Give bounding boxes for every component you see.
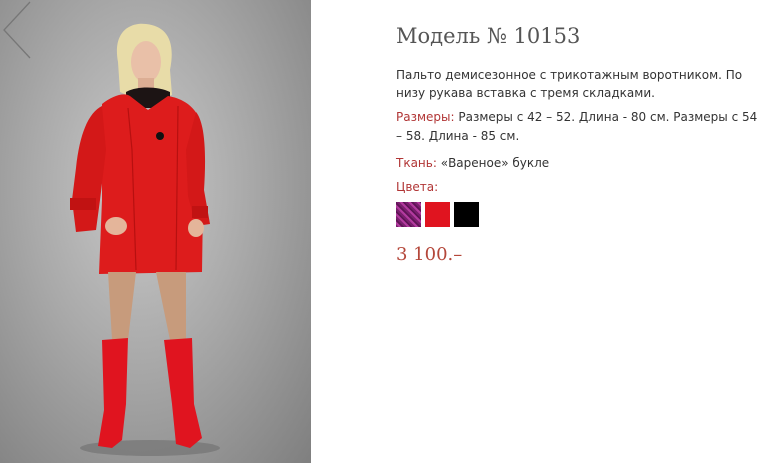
red-swatch[interactable] — [425, 202, 450, 227]
product-title: Модель № 10153 — [396, 24, 581, 48]
fabric-label: Ткань: — [396, 156, 437, 170]
purple-swatch[interactable] — [396, 202, 421, 227]
sizes-row: Размеры: Размеры с 42 – 52. Длина - 80 с… — [396, 108, 758, 146]
model-image — [70, 23, 220, 456]
sizes-label: Размеры: — [396, 110, 455, 124]
fabric-value: «Вареное» букле — [440, 156, 550, 170]
color-swatches — [396, 202, 479, 227]
colors-label: Цвета: — [396, 180, 439, 194]
product-description: Пальто демисезонное с трикотажным воротн… — [396, 68, 743, 100]
product-photo — [0, 0, 311, 463]
product-price: 3 100.– — [396, 244, 463, 265]
chevron-left-icon[interactable] — [0, 0, 34, 60]
black-swatch[interactable] — [454, 202, 479, 227]
fabric-row: Ткань: «Вареное» букле — [396, 154, 758, 172]
